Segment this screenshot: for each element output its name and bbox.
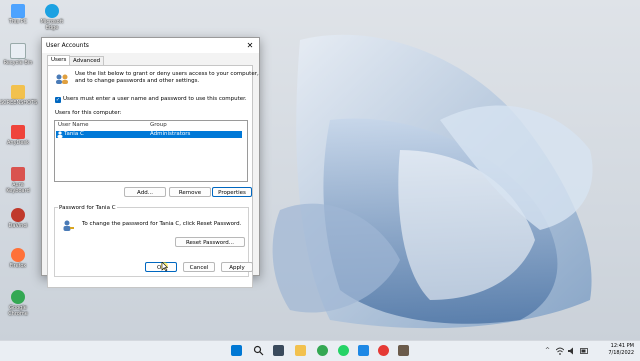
table-row[interactable]: Tania C Administrators xyxy=(56,131,242,138)
user-key-icon xyxy=(63,220,74,231)
volume-icon[interactable] xyxy=(568,347,576,355)
close-icon[interactable]: ✕ xyxy=(241,38,259,53)
system-clock[interactable]: 12:41 PM 7/18/2022 xyxy=(608,343,634,357)
task-view-icon[interactable] xyxy=(273,345,284,356)
whatsapp-icon[interactable] xyxy=(338,345,349,356)
properties-button[interactable]: Properties xyxy=(212,187,252,197)
desktop-icon-label: Microsoft Edge xyxy=(40,19,64,31)
recycle-bin-icon xyxy=(10,43,26,59)
remove-button[interactable]: Remove xyxy=(169,187,211,197)
desktop-icon-label: SCREENSHOTS xyxy=(0,100,38,106)
intro-text-line2: and to change passwords and other settin… xyxy=(75,78,200,84)
start-button-icon[interactable] xyxy=(231,345,242,356)
desktop-icon-firefox[interactable]: Firefox xyxy=(0,248,36,269)
file-explorer-icon[interactable] xyxy=(295,345,306,356)
users-group-icon xyxy=(56,74,68,84)
column-header-group[interactable]: Group xyxy=(150,122,167,129)
desktop-icon-anydesk[interactable]: AnyDesk xyxy=(0,125,36,146)
mouse-pointer-icon xyxy=(161,262,168,272)
title-bar[interactable]: User Accounts ✕ xyxy=(42,38,259,53)
users-tab-panel: Use the list below to grant or deny user… xyxy=(47,65,259,288)
require-password-label: Users must enter a user name and passwor… xyxy=(63,96,247,102)
user-accounts-dialog: User Accounts ✕ Users Advanced Use the l… xyxy=(41,37,260,288)
cancel-button[interactable]: Cancel xyxy=(183,262,215,272)
this-pc-icon xyxy=(11,4,25,18)
desktop-icon-label: Google Chrome xyxy=(8,305,28,317)
user-accounts-taskbar-icon[interactable] xyxy=(398,345,409,356)
user-icon xyxy=(57,131,63,138)
user-name-cell: Tania C xyxy=(64,131,84,137)
desktop-icon-label: This PC xyxy=(8,19,28,25)
record-icon[interactable] xyxy=(378,345,389,356)
taskbar: ^ 12:41 PM 7/18/2022 xyxy=(0,340,640,361)
chrome-taskbar-icon[interactable] xyxy=(317,345,328,356)
password-group-text: To change the password for Tania C, clic… xyxy=(82,221,242,227)
folder-icon xyxy=(11,85,25,99)
keyboard-icon xyxy=(11,167,25,181)
add-button[interactable]: Add... xyxy=(124,187,166,197)
desktop-icon-recycle-bin[interactable]: Recycle Bin xyxy=(0,43,36,66)
desktop-icon-label: Recycle Bin xyxy=(3,60,33,66)
users-list[interactable]: User Name Group Tania C Administrators xyxy=(54,120,248,182)
desktop-icon-label: Firefox xyxy=(9,263,27,269)
dialog-title: User Accounts xyxy=(46,42,89,49)
group-cell: Administrators xyxy=(150,131,191,137)
chrome-icon xyxy=(11,290,25,304)
notepad-icon[interactable] xyxy=(358,345,369,356)
desktop-icon-label: AnyDesk xyxy=(7,140,29,146)
desktop-icon-label: Aura Keyboard xyxy=(6,182,30,194)
reset-password-button[interactable]: Reset Password... xyxy=(175,237,245,247)
desktop-icon-microsoft-edge[interactable]: Microsoft Edge xyxy=(34,4,70,31)
desktop-icon-label: DaVinci xyxy=(8,223,28,229)
desktop-icon-google-chrome[interactable]: Google Chrome xyxy=(0,290,36,317)
tray-chevron-icon[interactable]: ^ xyxy=(545,347,550,355)
wifi-icon[interactable] xyxy=(556,347,564,355)
battery-icon[interactable] xyxy=(580,347,589,355)
davinci-icon xyxy=(11,208,25,222)
desktop-icon-aura-keyboard[interactable]: Aura Keyboard xyxy=(0,167,36,194)
anydesk-icon xyxy=(11,125,25,139)
search-icon[interactable] xyxy=(253,345,264,356)
column-header-user-name[interactable]: User Name xyxy=(58,122,89,129)
require-password-checkbox[interactable]: ✓ xyxy=(55,97,61,103)
password-group-title: Password for Tania C xyxy=(58,205,117,212)
clock-date: 7/18/2022 xyxy=(608,350,634,356)
intro-text-line1: Use the list below to grant or deny user… xyxy=(75,71,259,77)
firefox-icon xyxy=(11,248,25,262)
desktop-icon-davinci[interactable]: DaVinci xyxy=(0,208,36,229)
apply-button[interactable]: Apply xyxy=(221,262,253,272)
edge-icon xyxy=(45,4,59,18)
desktop-icon-this-pc[interactable]: This PC xyxy=(0,4,36,25)
clock-time: 12:41 PM xyxy=(610,343,634,349)
desktop-icon-screenshots[interactable]: SCREENSHOTS xyxy=(0,85,38,106)
users-list-label: Users for this computer: xyxy=(55,110,122,116)
